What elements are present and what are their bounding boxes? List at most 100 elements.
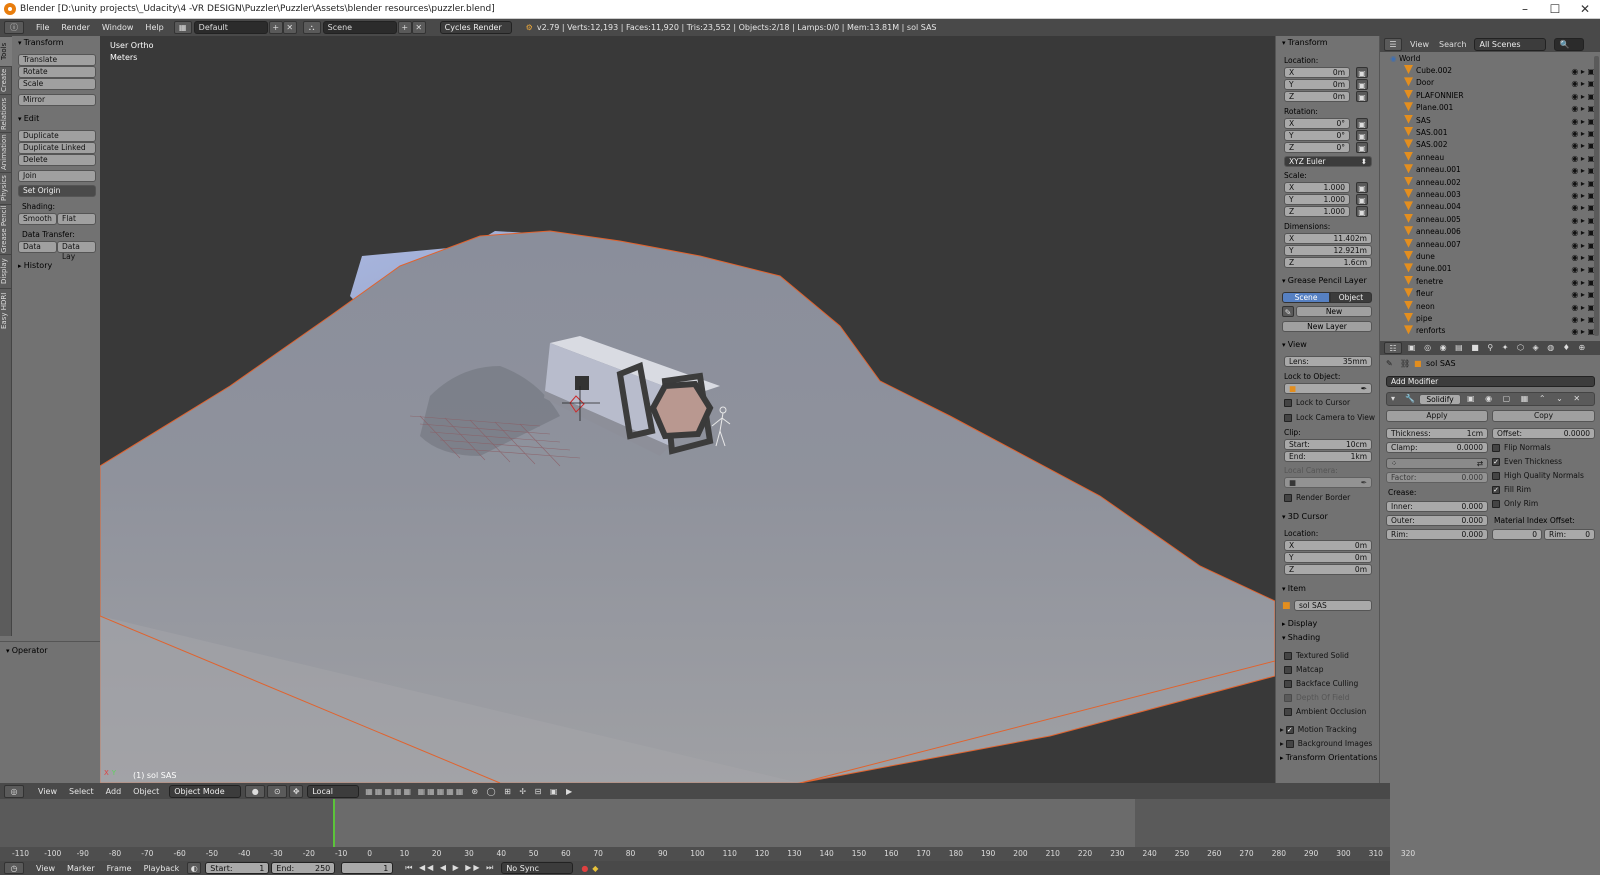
layer-buttons[interactable]: ▦▦▦▦▦ ▦▦▦▦▦ <box>365 787 465 796</box>
mirror-button[interactable]: Mirror <box>18 94 96 106</box>
outliner-row[interactable]: renforts ◉ ▸ ▣ <box>1380 325 1600 337</box>
tab-relations[interactable]: Relations <box>0 94 12 132</box>
remove-scene-icon[interactable]: ✕ <box>411 21 426 34</box>
menu-render[interactable]: Render <box>55 23 95 32</box>
visibility-icons[interactable]: ◉ ▸ ▣ <box>1571 326 1595 338</box>
outliner-row[interactable]: anneau.004 ◉ ▸ ▣ <box>1380 201 1600 213</box>
data-layers-button[interactable]: Data Lay <box>57 241 96 261</box>
lock-scale-y-icon[interactable]: ▣ <box>1356 194 1368 205</box>
visibility-icons[interactable]: ◉ ▸ ▣ <box>1571 215 1595 227</box>
view3d-menu-add[interactable]: Add <box>100 787 128 796</box>
end-frame-field[interactable]: End: 250 <box>271 862 336 874</box>
playback-controls[interactable]: ⏮ ◀◀ ◀ ▶ ▶▶ ⏭ <box>405 863 495 873</box>
outliner-row[interactable]: anneau.002 ◉ ▸ ▣ <box>1380 176 1600 189</box>
visibility-icons[interactable]: ◉ ▸ ▣ <box>1571 78 1595 90</box>
lock-to-cursor-checkbox[interactable]: Lock to Cursor <box>1284 398 1350 407</box>
location-y-field[interactable]: Y 0m <box>1284 79 1350 90</box>
visibility-icons[interactable]: ◉ ▸ ▣ <box>1571 128 1595 140</box>
textured-solid-checkbox[interactable]: Textured Solid <box>1284 651 1349 660</box>
transform-orientation-dropdown[interactable]: Local <box>307 784 360 798</box>
rotation-y-field[interactable]: Y 0° <box>1284 130 1350 141</box>
scene-field[interactable]: Scene <box>322 21 397 34</box>
timeline-editor[interactable]: -110 -100 -90 -80 -70 -60 -50 -40 -30 -20 -10 0 10 20… <box>0 799 1415 861</box>
visibility-icons[interactable]: ◉ ▸ ▣ <box>1571 240 1595 252</box>
timeline-menu-playback[interactable]: Playback <box>138 864 186 873</box>
grease-object-tab[interactable]: Object <box>1330 292 1372 303</box>
info-editor-type-icon[interactable]: ⓘ <box>4 21 24 34</box>
copy-button[interactable]: Copy <box>1492 410 1595 422</box>
sync-mode-dropdown[interactable]: No Sync <box>501 862 574 874</box>
keying-set-icon[interactable]: ◆ <box>592 864 598 873</box>
offset-field[interactable]: Offset: 0.0000 <box>1492 428 1595 439</box>
factor-field[interactable]: Factor: 0.000 <box>1386 472 1488 483</box>
pin-icon[interactable]: ✎ <box>1386 359 1393 368</box>
outliner-row[interactable]: fenetre ◉ ▸ ▣ <box>1380 275 1600 289</box>
start-frame-field[interactable]: Start: 1 <box>205 862 270 874</box>
lens-field[interactable]: Lens: 35mm <box>1284 356 1372 367</box>
backface-culling-checkbox[interactable]: Backface Culling <box>1284 679 1358 688</box>
properties-editor-type-icon[interactable]: ☷ <box>1384 342 1402 354</box>
visibility-icons[interactable]: ◉ ▸ ▣ <box>1571 66 1595 78</box>
cursor-x-field[interactable]: X 0m <box>1284 540 1372 551</box>
high-quality-normals-checkbox[interactable]: High Quality Normals <box>1492 471 1584 480</box>
panel-title-shading[interactable]: Shading <box>1282 633 1321 642</box>
tab-display[interactable]: Display <box>0 254 12 288</box>
outliner-view-menu[interactable]: View <box>1410 40 1429 49</box>
snap-and-render-icons[interactable]: ⊛ ◯ ⊞ ✢ ⊟ ▣ ▶ <box>471 787 575 796</box>
matcap-checkbox[interactable]: Matcap <box>1284 665 1324 674</box>
render-border-checkbox[interactable]: Render Border <box>1284 493 1350 502</box>
maximize-icon[interactable]: ☐ <box>1540 0 1570 19</box>
scale-y-field[interactable]: Y 1.000 <box>1284 194 1350 205</box>
fill-rim-checkbox[interactable]: ✓ Fill Rim <box>1492 485 1531 494</box>
outliner-row[interactable]: SAS ◉ ▸ ▣ <box>1380 114 1600 128</box>
thickness-field[interactable]: Thickness: 1cm <box>1386 428 1488 439</box>
lock-rotation-z-icon[interactable]: ▣ <box>1356 142 1368 153</box>
timeline-editor-type-icon[interactable]: ◷ <box>4 862 24 874</box>
interaction-mode-dropdown[interactable]: Object Mode <box>169 784 242 798</box>
duplicate-linked-button[interactable]: Duplicate Linked <box>18 142 96 154</box>
pivot-point-icon[interactable]: ⊙ <box>267 784 288 798</box>
scale-button[interactable]: Scale <box>18 78 96 90</box>
visibility-icons[interactable]: ◉ ▸ ▣ <box>1571 202 1595 214</box>
panel-title-grease-pencil[interactable]: Grease Pencil Layer <box>1282 276 1367 285</box>
panel-title-transform-orientations[interactable]: Transform Orientations <box>1280 753 1378 762</box>
visibility-icons[interactable]: ◉ ▸ ▣ <box>1571 252 1595 264</box>
visibility-icons[interactable]: ◉ ▸ ▣ <box>1571 289 1595 301</box>
outliner-row[interactable]: neon ◉ ▸ ▣ <box>1380 300 1600 313</box>
visibility-icons[interactable]: ◉ ▸ ▣ <box>1571 116 1595 128</box>
dimensions-y-field[interactable]: Y 12.921m <box>1284 245 1372 256</box>
tab-grease-pencil[interactable]: Grease Pencil <box>0 204 12 254</box>
crease-outer-field[interactable]: Outer: 0.000 <box>1386 515 1488 526</box>
apply-button[interactable]: Apply <box>1386 410 1488 422</box>
manipulator-icon[interactable]: ✥ <box>289 784 304 798</box>
panel-title-transform-n[interactable]: Transform <box>1282 38 1328 47</box>
duplicate-button[interactable]: Duplicate <box>18 130 96 142</box>
cursor-z-field[interactable]: Z 0m <box>1284 564 1372 575</box>
location-z-field[interactable]: Z 0m <box>1284 91 1350 102</box>
new-grease-pencil-button[interactable]: New <box>1296 306 1372 317</box>
outliner-row[interactable]: SAS.001 ◉ ▸ ▣ <box>1380 127 1600 139</box>
visibility-icons[interactable]: ◉ ▸ ▣ <box>1571 91 1595 103</box>
panel-title-3d-cursor[interactable]: 3D Cursor <box>1282 512 1328 521</box>
set-origin-dropdown[interactable]: Set Origin <box>18 185 96 197</box>
flat-button[interactable]: Flat <box>57 213 96 225</box>
menu-file[interactable]: File <box>30 23 55 32</box>
outliner-row[interactable]: PLAFONNIER ◉ ▸ ▣ <box>1380 89 1600 103</box>
pencil-icon[interactable]: ✎ <box>1282 306 1294 317</box>
outliner-search-field[interactable]: 🔍 <box>1554 37 1585 51</box>
panel-title-transform[interactable]: Transform <box>18 38 64 47</box>
visibility-icons[interactable]: ◉ ▸ ▣ <box>1571 264 1595 276</box>
view3d-menu-select[interactable]: Select <box>63 787 100 796</box>
menu-window[interactable]: Window <box>96 23 140 32</box>
grease-scene-tab[interactable]: Scene <box>1282 292 1330 303</box>
outliner-row[interactable]: anneau ◉ ▸ ▣ <box>1380 151 1600 164</box>
outliner-row-world[interactable]: ◉ World <box>1380 53 1600 65</box>
lock-rotation-x-icon[interactable]: ▣ <box>1356 118 1368 129</box>
remove-layout-icon[interactable]: ✕ <box>282 21 297 34</box>
scale-x-field[interactable]: X 1.000 <box>1284 182 1350 193</box>
visibility-icons[interactable]: ◉ ▸ ▣ <box>1571 277 1595 289</box>
visibility-icons[interactable]: ◉ ▸ ▣ <box>1571 165 1595 177</box>
material-rim-offset-field[interactable]: Rim: 0 <box>1544 529 1595 540</box>
lock-location-z-icon[interactable]: ▣ <box>1356 91 1368 102</box>
panel-title-history[interactable]: History <box>18 261 52 270</box>
